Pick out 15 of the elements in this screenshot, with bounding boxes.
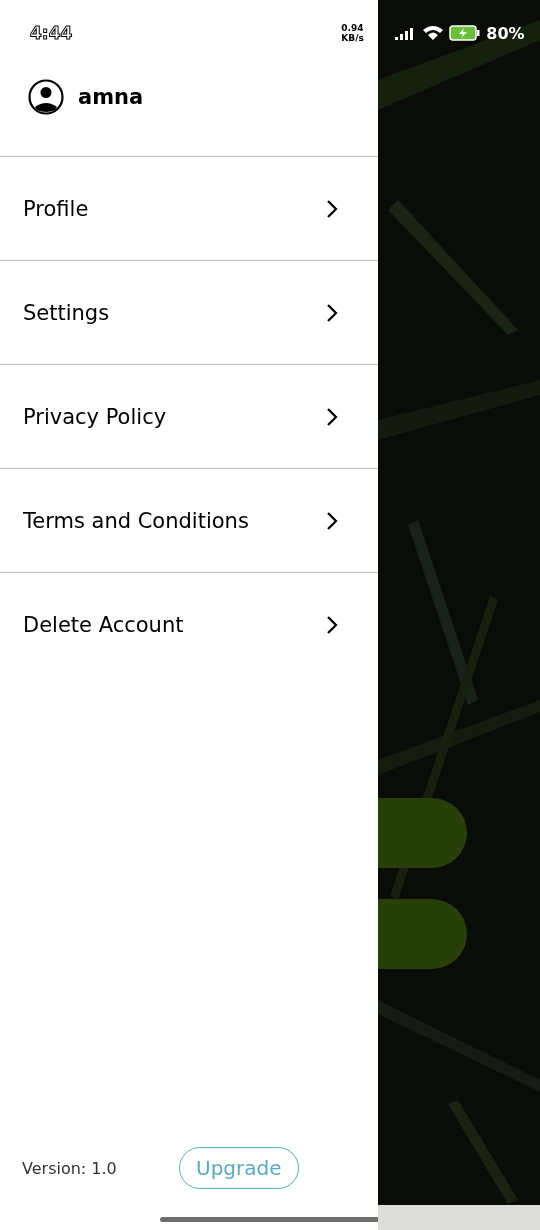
home-indicator[interactable]: [160, 1217, 378, 1222]
chevron-right-icon: [326, 198, 338, 219]
version-text: Version: 1.0: [22, 1158, 118, 1178]
chevron-right-icon: [326, 510, 338, 531]
chevron-right-icon: [326, 406, 338, 427]
user-name: amna: [78, 85, 144, 109]
account-icon: [28, 79, 64, 115]
status-time: 4:44: [30, 23, 73, 43]
chevron-right-icon: [326, 615, 338, 635]
wifi-icon: [422, 25, 445, 41]
chevron-right-icon: [326, 302, 338, 323]
battery-percent: 80%: [486, 23, 525, 43]
battery-charging-icon: [449, 25, 482, 41]
network-speed: 0.94 KB/s: [341, 23, 365, 43]
menu-item[interactable]: Delete Account: [0, 573, 378, 677]
